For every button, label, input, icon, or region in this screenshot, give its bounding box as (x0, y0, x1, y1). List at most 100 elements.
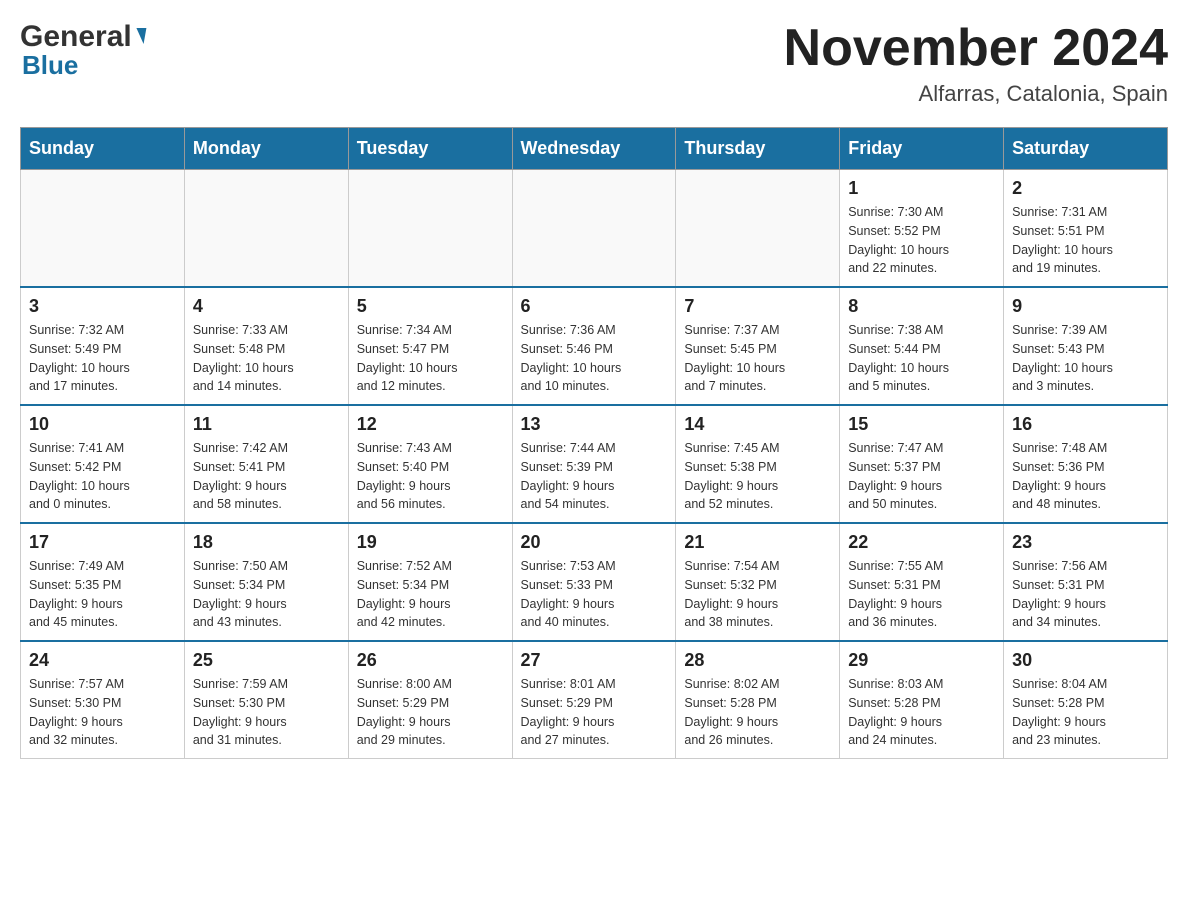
week-row-3: 10 Sunrise: 7:41 AM Sunset: 5:42 PM Dayli… (21, 405, 1168, 523)
calendar-cell: 26 Sunrise: 8:00 AM Sunset: 5:29 PM Dayli… (348, 641, 512, 759)
day-number: 14 (684, 414, 831, 435)
calendar-cell: 10 Sunrise: 7:41 AM Sunset: 5:42 PM Dayli… (21, 405, 185, 523)
calendar-cell: 14 Sunrise: 7:45 AM Sunset: 5:38 PM Dayli… (676, 405, 840, 523)
logo-general-text: General (20, 20, 132, 54)
weekday-header-tuesday: Tuesday (348, 128, 512, 170)
day-number: 19 (357, 532, 504, 553)
day-number: 1 (848, 178, 995, 199)
calendar-cell: 6Sunrise: 7:36 AM Sunset: 5:46 PM Daylig… (512, 287, 676, 405)
title-area: November 2024 Alfarras, Catalonia, Spain (784, 20, 1168, 107)
calendar-cell: 25Sunrise: 7:59 AM Sunset: 5:30 PM Dayli… (184, 641, 348, 759)
day-info: Sunrise: 7:48 AM Sunset: 5:36 PM Dayligh… (1012, 439, 1159, 514)
calendar-cell: 23Sunrise: 7:56 AM Sunset: 5:31 PM Dayli… (1004, 523, 1168, 641)
day-info: Sunrise: 7:57 AM Sunset: 5:30 PM Dayligh… (29, 675, 176, 750)
weekday-header-friday: Friday (840, 128, 1004, 170)
calendar-cell: 24 Sunrise: 7:57 AM Sunset: 5:30 PM Dayli… (21, 641, 185, 759)
calendar-cell: 5Sunrise: 7:34 AM Sunset: 5:47 PM Daylig… (348, 287, 512, 405)
week-row-2: 3Sunrise: 7:32 AM Sunset: 5:49 PM Daylig… (21, 287, 1168, 405)
day-number: 5 (357, 296, 504, 317)
calendar-cell: 29 Sunrise: 8:03 AM Sunset: 5:28 PM Dayli… (840, 641, 1004, 759)
week-row-4: 17 Sunrise: 7:49 AM Sunset: 5:35 PM Dayli… (21, 523, 1168, 641)
day-number: 20 (521, 532, 668, 553)
calendar-cell: 9Sunrise: 7:39 AM Sunset: 5:43 PM Daylig… (1004, 287, 1168, 405)
calendar-cell: 15Sunrise: 7:47 AM Sunset: 5:37 PM Dayli… (840, 405, 1004, 523)
day-info: Sunrise: 7:41 AM Sunset: 5:42 PM Dayligh… (29, 439, 176, 514)
calendar-cell: 12 Sunrise: 7:43 AM Sunset: 5:40 PM Dayli… (348, 405, 512, 523)
day-info: Sunrise: 8:04 AM Sunset: 5:28 PM Dayligh… (1012, 675, 1159, 750)
day-number: 30 (1012, 650, 1159, 671)
day-number: 10 (29, 414, 176, 435)
calendar-cell: 13 Sunrise: 7:44 AM Sunset: 5:39 PM Dayli… (512, 405, 676, 523)
day-info: Sunrise: 7:45 AM Sunset: 5:38 PM Dayligh… (684, 439, 831, 514)
day-info: Sunrise: 7:37 AM Sunset: 5:45 PM Dayligh… (684, 321, 831, 396)
day-info: Sunrise: 7:43 AM Sunset: 5:40 PM Dayligh… (357, 439, 504, 514)
day-info: Sunrise: 8:00 AM Sunset: 5:29 PM Dayligh… (357, 675, 504, 750)
day-info: Sunrise: 7:52 AM Sunset: 5:34 PM Dayligh… (357, 557, 504, 632)
weekday-header-row: SundayMondayTuesdayWednesdayThursdayFrid… (21, 128, 1168, 170)
calendar-cell: 16 Sunrise: 7:48 AM Sunset: 5:36 PM Dayli… (1004, 405, 1168, 523)
calendar-cell (348, 170, 512, 288)
calendar-cell: 30 Sunrise: 8:04 AM Sunset: 5:28 PM Dayli… (1004, 641, 1168, 759)
day-info: Sunrise: 7:54 AM Sunset: 5:32 PM Dayligh… (684, 557, 831, 632)
calendar-cell: 22 Sunrise: 7:55 AM Sunset: 5:31 PM Dayli… (840, 523, 1004, 641)
calendar-cell: 8 Sunrise: 7:38 AM Sunset: 5:44 PM Daylig… (840, 287, 1004, 405)
day-number: 27 (521, 650, 668, 671)
weekday-header-sunday: Sunday (21, 128, 185, 170)
calendar-cell (512, 170, 676, 288)
week-row-5: 24 Sunrise: 7:57 AM Sunset: 5:30 PM Dayli… (21, 641, 1168, 759)
logo-blue-text: Blue (22, 50, 78, 81)
calendar-cell: 20 Sunrise: 7:53 AM Sunset: 5:33 PM Dayli… (512, 523, 676, 641)
day-info: Sunrise: 7:53 AM Sunset: 5:33 PM Dayligh… (521, 557, 668, 632)
day-info: Sunrise: 7:49 AM Sunset: 5:35 PM Dayligh… (29, 557, 176, 632)
calendar-table: SundayMondayTuesdayWednesdayThursdayFrid… (20, 127, 1168, 759)
calendar-cell: 1 Sunrise: 7:30 AM Sunset: 5:52 PM Daylig… (840, 170, 1004, 288)
calendar-cell: 17 Sunrise: 7:49 AM Sunset: 5:35 PM Dayli… (21, 523, 185, 641)
calendar-cell: 7 Sunrise: 7:37 AM Sunset: 5:45 PM Daylig… (676, 287, 840, 405)
day-info: Sunrise: 7:47 AM Sunset: 5:37 PM Dayligh… (848, 439, 995, 514)
calendar-cell: 11Sunrise: 7:42 AM Sunset: 5:41 PM Dayli… (184, 405, 348, 523)
day-info: Sunrise: 7:55 AM Sunset: 5:31 PM Dayligh… (848, 557, 995, 632)
day-number: 6 (521, 296, 668, 317)
calendar-cell: 28Sunrise: 8:02 AM Sunset: 5:28 PM Dayli… (676, 641, 840, 759)
day-number: 17 (29, 532, 176, 553)
weekday-header-saturday: Saturday (1004, 128, 1168, 170)
day-number: 3 (29, 296, 176, 317)
day-info: Sunrise: 7:33 AM Sunset: 5:48 PM Dayligh… (193, 321, 340, 396)
day-info: Sunrise: 8:03 AM Sunset: 5:28 PM Dayligh… (848, 675, 995, 750)
calendar-cell (21, 170, 185, 288)
day-number: 4 (193, 296, 340, 317)
calendar-cell (184, 170, 348, 288)
day-number: 29 (848, 650, 995, 671)
day-number: 13 (521, 414, 668, 435)
day-info: Sunrise: 7:44 AM Sunset: 5:39 PM Dayligh… (521, 439, 668, 514)
day-number: 9 (1012, 296, 1159, 317)
day-number: 23 (1012, 532, 1159, 553)
day-number: 24 (29, 650, 176, 671)
day-number: 7 (684, 296, 831, 317)
day-info: Sunrise: 7:31 AM Sunset: 5:51 PM Dayligh… (1012, 203, 1159, 278)
day-number: 16 (1012, 414, 1159, 435)
day-number: 26 (357, 650, 504, 671)
day-number: 18 (193, 532, 340, 553)
calendar-cell: 18Sunrise: 7:50 AM Sunset: 5:34 PM Dayli… (184, 523, 348, 641)
day-info: Sunrise: 8:01 AM Sunset: 5:29 PM Dayligh… (521, 675, 668, 750)
day-number: 22 (848, 532, 995, 553)
page-header: General Blue November 2024 Alfarras, Cat… (20, 20, 1168, 107)
day-info: Sunrise: 7:42 AM Sunset: 5:41 PM Dayligh… (193, 439, 340, 514)
day-info: Sunrise: 7:38 AM Sunset: 5:44 PM Dayligh… (848, 321, 995, 396)
day-number: 21 (684, 532, 831, 553)
day-number: 12 (357, 414, 504, 435)
day-number: 8 (848, 296, 995, 317)
day-info: Sunrise: 7:30 AM Sunset: 5:52 PM Dayligh… (848, 203, 995, 278)
weekday-header-thursday: Thursday (676, 128, 840, 170)
day-number: 28 (684, 650, 831, 671)
calendar-cell: 27 Sunrise: 8:01 AM Sunset: 5:29 PM Dayli… (512, 641, 676, 759)
calendar-cell: 19 Sunrise: 7:52 AM Sunset: 5:34 PM Dayli… (348, 523, 512, 641)
month-title: November 2024 (784, 20, 1168, 77)
weekday-header-wednesday: Wednesday (512, 128, 676, 170)
logo: General Blue (20, 20, 145, 81)
calendar-cell (676, 170, 840, 288)
day-info: Sunrise: 7:59 AM Sunset: 5:30 PM Dayligh… (193, 675, 340, 750)
day-number: 2 (1012, 178, 1159, 199)
logo-triangle-icon (133, 28, 146, 44)
